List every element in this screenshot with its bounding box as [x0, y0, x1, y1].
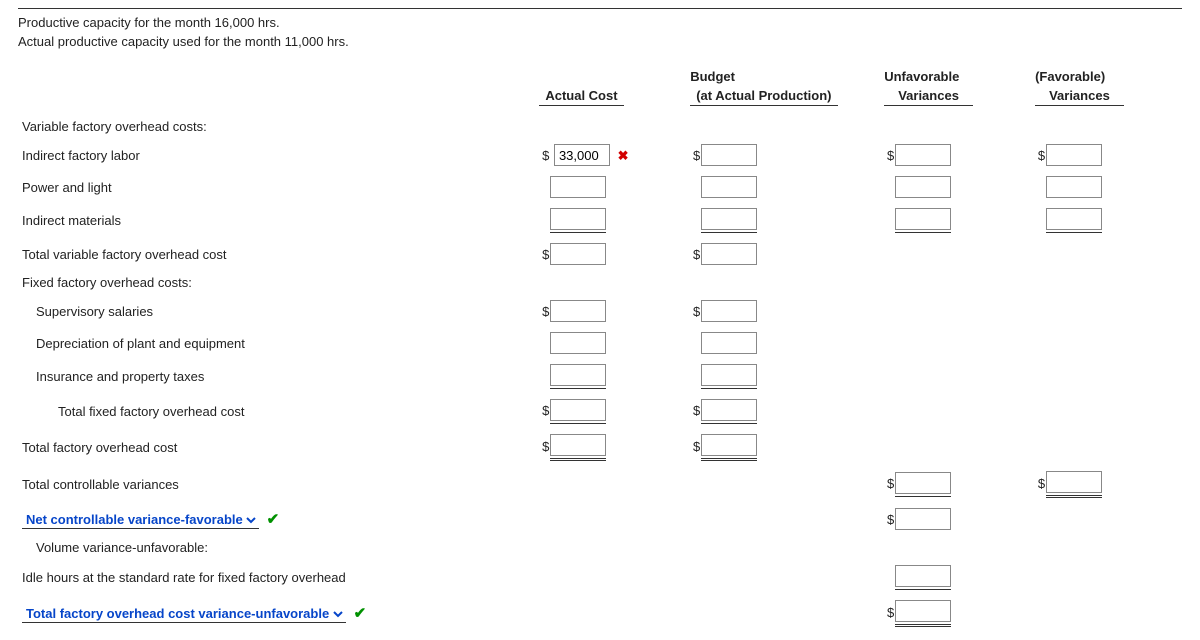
row-depreciation: Depreciation of plant and equipment: [18, 327, 535, 359]
row-variable-header: Variable factory overhead costs:: [18, 114, 535, 139]
input-indirect-labor-unfav[interactable]: [895, 144, 951, 166]
check-icon: ✔: [267, 511, 280, 528]
input-total-ctrl-fav[interactable]: [1046, 471, 1102, 493]
header-budget-1: Budget: [690, 69, 735, 84]
input-total-fixed-budget[interactable]: [701, 399, 757, 421]
select-net-controllable[interactable]: Net controllable variance-favorable: [22, 511, 259, 529]
input-total-ctrl-unfav[interactable]: [895, 472, 951, 494]
header-unfav-2: Variances: [884, 88, 973, 106]
input-total-ovh-budget[interactable]: [701, 434, 757, 456]
row-indirect-labor: Indirect factory labor: [18, 139, 535, 171]
input-insurance-budget[interactable]: [701, 364, 757, 386]
row-volume-variance: Volume variance-unfavorable:: [18, 535, 535, 560]
input-materials-budget[interactable]: [701, 208, 757, 230]
check-icon: ✔: [354, 605, 367, 622]
input-idle-unfav[interactable]: [895, 565, 951, 587]
input-net-ctrl-unfav[interactable]: [895, 508, 951, 530]
row-insurance: Insurance and property taxes: [18, 359, 535, 394]
input-materials-fav[interactable]: [1046, 208, 1102, 230]
dollar-sign: $: [539, 148, 549, 163]
input-depreciation-budget[interactable]: [701, 332, 757, 354]
row-idle-hours: Idle hours at the standard rate for fixe…: [18, 560, 535, 595]
row-total-controllable: Total controllable variances: [18, 466, 535, 503]
x-mark-icon: ✖: [618, 148, 629, 163]
header-fav-2: Variances: [1035, 88, 1124, 106]
input-total-fixed-actual[interactable]: [550, 399, 606, 421]
row-indirect-materials: Indirect materials: [18, 203, 535, 238]
select-total-cost-variance[interactable]: Total factory overhead cost variance-unf…: [22, 605, 346, 623]
input-power-actual[interactable]: [550, 176, 606, 198]
row-total-fixed: Total fixed factory overhead cost: [18, 394, 535, 429]
header-fav-1: (Favorable): [1035, 69, 1105, 84]
input-total-ovh-actual[interactable]: [550, 434, 606, 456]
row-power-light: Power and light: [18, 171, 535, 203]
intro-line-1: Productive capacity for the month 16,000…: [18, 15, 1182, 30]
row-total-variable: Total variable factory overhead cost: [18, 238, 535, 270]
input-supervisory-actual[interactable]: [550, 300, 606, 322]
input-power-fav[interactable]: [1046, 176, 1102, 198]
input-depreciation-actual[interactable]: [550, 332, 606, 354]
input-materials-actual[interactable]: [550, 208, 606, 230]
input-materials-unfav[interactable]: [895, 208, 951, 230]
input-insurance-actual[interactable]: [550, 364, 606, 386]
input-total-var-actual[interactable]: [550, 243, 606, 265]
intro-line-2: Actual productive capacity used for the …: [18, 34, 1182, 49]
input-total-cost-var-unfav[interactable]: [895, 600, 951, 622]
input-indirect-labor-budget[interactable]: [701, 144, 757, 166]
overhead-variance-table: Actual Cost Budget Unfavorable (Favorabl…: [18, 67, 1182, 632]
input-power-unfav[interactable]: [895, 176, 951, 198]
header-budget-2: (at Actual Production): [690, 88, 837, 106]
row-total-overhead: Total factory overhead cost: [18, 429, 535, 466]
header-actual: Actual Cost: [539, 88, 623, 106]
input-total-var-budget[interactable]: [701, 243, 757, 265]
row-supervisory: Supervisory salaries: [18, 295, 535, 327]
header-unfav-1: Unfavorable: [884, 69, 959, 84]
input-indirect-labor-actual[interactable]: [554, 144, 610, 166]
input-power-budget[interactable]: [701, 176, 757, 198]
row-fixed-header: Fixed factory overhead costs:: [18, 270, 535, 295]
input-supervisory-budget[interactable]: [701, 300, 757, 322]
input-indirect-labor-fav[interactable]: [1046, 144, 1102, 166]
